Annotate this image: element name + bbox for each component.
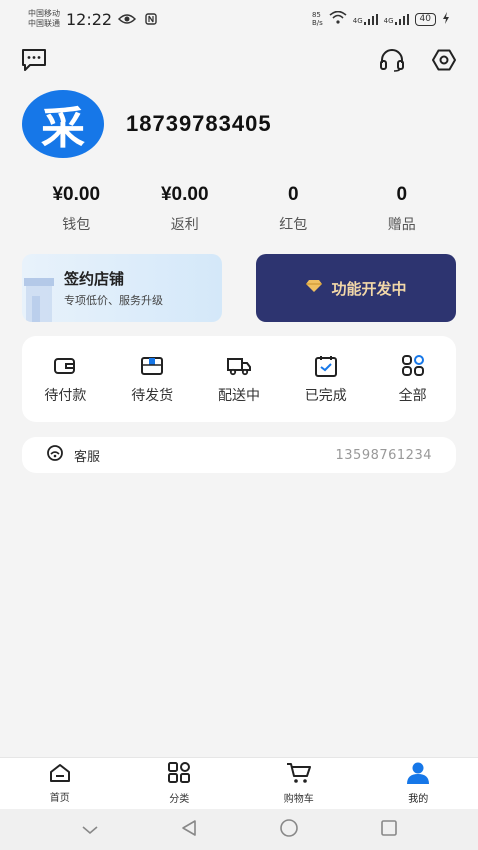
net-speed-value: 85 xyxy=(311,11,321,19)
signal-2: 4G xyxy=(383,13,409,25)
carrier-2: 中国联通 xyxy=(28,19,60,28)
order-delivering[interactable]: 配送中 xyxy=(196,353,283,405)
service-label: 客服 xyxy=(74,449,101,465)
order-pending-shipment[interactable]: 待发货 xyxy=(109,353,196,405)
bottom-tab-bar: 首页 分类 购物车 我的 xyxy=(0,757,478,809)
tab-label: 首页 xyxy=(49,793,70,804)
battery-indicator: 40 xyxy=(414,12,436,26)
headset-icon[interactable] xyxy=(378,46,406,74)
tab-label: 分类 xyxy=(169,794,190,805)
status-bar: 中国移动 中国联通 12:22 85 B/s 4G 4G 40 xyxy=(0,0,478,38)
avatar[interactable]: 采 xyxy=(22,90,104,158)
order-pending-payment[interactable]: 待付款 xyxy=(22,353,109,405)
package-icon xyxy=(109,353,196,379)
cart-icon xyxy=(286,762,312,788)
tab-cart[interactable]: 购物车 xyxy=(239,758,359,809)
stat-gift[interactable]: 0 赠品 xyxy=(348,184,457,234)
order-label: 配送中 xyxy=(217,388,260,404)
service-icon xyxy=(46,444,64,466)
order-label: 已完成 xyxy=(304,388,347,404)
feature-in-development-card[interactable]: 功能开发中 xyxy=(256,254,456,322)
stat-value: 0 xyxy=(396,184,408,205)
category-icon xyxy=(167,762,191,788)
home-icon xyxy=(48,763,72,787)
tab-label: 我的 xyxy=(408,794,429,805)
user-icon xyxy=(405,762,431,788)
net-speed-unit: B/s xyxy=(311,19,323,27)
tab-home[interactable]: 首页 xyxy=(0,758,120,809)
tab-category[interactable]: 分类 xyxy=(120,758,240,809)
store-icon xyxy=(24,278,54,322)
truck-icon xyxy=(196,353,283,379)
stat-value: ¥0.00 xyxy=(52,184,101,205)
signal-1-bars-icon xyxy=(363,13,378,25)
carrier-1: 中国移动 xyxy=(28,9,60,18)
stat-rebate[interactable]: ¥0.00 返利 xyxy=(131,184,240,234)
order-label: 待发货 xyxy=(131,388,174,404)
stat-value: ¥0.00 xyxy=(160,184,209,205)
nfc-icon xyxy=(142,13,160,25)
signal-2-label: 4G xyxy=(383,16,394,25)
promo-row: 签约店铺 专项低价、服务升级 功能开发中 xyxy=(22,254,456,322)
stat-wallet[interactable]: ¥0.00 钱包 xyxy=(22,184,131,234)
order-label: 待付款 xyxy=(44,388,87,404)
profile-header: 采 18739783405 xyxy=(22,90,272,158)
message-icon[interactable] xyxy=(20,46,48,74)
user-phone: 18739783405 xyxy=(126,111,272,136)
stat-red-packet[interactable]: 0 红包 xyxy=(239,184,348,234)
grid-icon xyxy=(369,353,456,379)
system-navigation-bar xyxy=(0,809,478,850)
home-circle-icon[interactable] xyxy=(279,818,299,842)
stat-label: 返利 xyxy=(170,217,199,233)
signal-1-label: 4G xyxy=(352,16,363,25)
sign-store-card[interactable]: 签约店铺 专项低价、服务升级 xyxy=(22,254,222,322)
feature-in-development-label: 功能开发中 xyxy=(331,279,407,298)
back-icon[interactable] xyxy=(180,819,198,841)
wallet-icon xyxy=(22,353,109,379)
diamond-icon xyxy=(305,279,323,297)
stat-label: 红包 xyxy=(279,217,308,233)
tab-mine[interactable]: 我的 xyxy=(359,758,478,809)
status-right: 85 B/s 4G 4G 40 xyxy=(312,10,450,27)
wifi-icon xyxy=(329,10,347,27)
customer-service-row[interactable]: 客服 13598761234 xyxy=(22,437,456,473)
order-label: 全部 xyxy=(398,388,427,404)
stat-value: 0 xyxy=(287,184,299,205)
calendar-check-icon xyxy=(282,353,369,379)
net-speed: 85 B/s xyxy=(312,11,323,27)
signal-2-bars-icon xyxy=(394,13,409,25)
order-shortcuts: 待付款 待发货 配送中 已完成 全部 xyxy=(22,336,456,422)
order-completed[interactable]: 已完成 xyxy=(282,353,369,405)
header-actions xyxy=(20,46,458,74)
eye-icon xyxy=(118,13,137,25)
service-phone: 13598761234 xyxy=(335,447,432,463)
tab-label: 购物车 xyxy=(283,794,314,805)
carriers: 中国移动 中国联通 xyxy=(28,9,60,29)
sign-store-subtitle: 专项低价、服务升级 xyxy=(64,294,163,307)
sign-store-title: 签约店铺 xyxy=(64,270,125,288)
settings-icon[interactable] xyxy=(430,46,458,74)
order-all[interactable]: 全部 xyxy=(369,353,456,405)
account-stats: ¥0.00 钱包 ¥0.00 返利 0 红包 0 赠品 xyxy=(22,184,456,234)
recents-icon[interactable] xyxy=(380,819,398,841)
clock: 12:22 xyxy=(66,9,113,29)
charging-icon xyxy=(442,11,450,27)
chevron-down-icon[interactable] xyxy=(81,820,99,839)
stat-label: 钱包 xyxy=(62,217,91,233)
signal-1: 4G xyxy=(352,13,378,25)
stat-label: 赠品 xyxy=(387,217,416,233)
